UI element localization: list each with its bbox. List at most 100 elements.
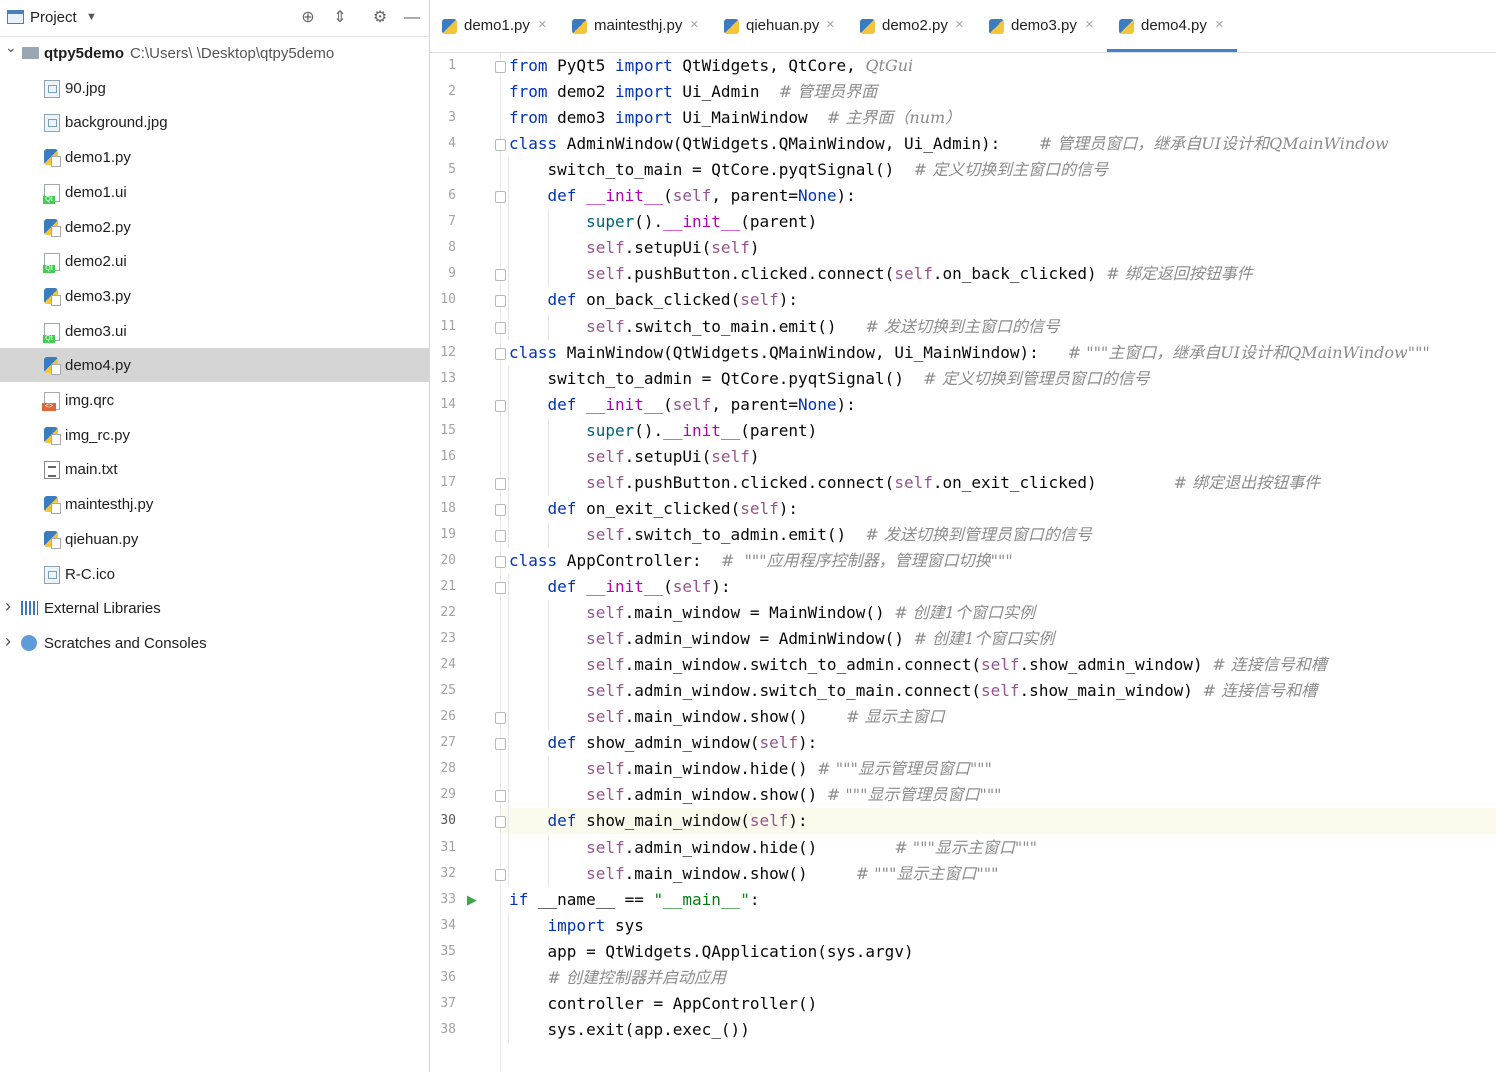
locate-file-icon[interactable]: ⊕: [298, 8, 318, 28]
code-line[interactable]: app = QtWidgets.QApplication(sys.argv): [501, 939, 1496, 965]
chevron-right-icon[interactable]: ›: [5, 596, 11, 617]
code-line[interactable]: from demo3 import Ui_MainWindow # 主界面（nu…: [501, 105, 1496, 131]
code-line[interactable]: def show_main_window(self):: [501, 808, 1496, 835]
fold-marker-icon[interactable]: [495, 61, 506, 73]
close-icon[interactable]: ×: [955, 16, 964, 33]
gear-icon[interactable]: ⚙: [370, 8, 390, 28]
fold-marker-icon[interactable]: [495, 191, 506, 204]
code-line[interactable]: self.switch_to_main.emit() # 发送切换到主窗口的信号: [501, 314, 1496, 340]
code-line[interactable]: self.switch_to_admin.emit() # 发送切换到管理员窗口…: [501, 522, 1496, 548]
fold-marker-icon[interactable]: [495, 816, 506, 829]
tree-item-external-libraries[interactable]: › External Libraries: [0, 591, 429, 625]
code-line[interactable]: super().__init__(parent): [501, 418, 1496, 444]
code-token-cmt: # 管理员窗口，继承自UI设计和QMainWindow: [1038, 134, 1389, 154]
code-line[interactable]: def __init__(self, parent=None):: [501, 183, 1496, 209]
code-line[interactable]: import sys: [501, 913, 1496, 939]
tree-file-item[interactable]: demo3.py: [0, 279, 429, 313]
code-line[interactable]: # 创建控制器并启动应用: [501, 965, 1496, 991]
code-line[interactable]: self.pushButton.clicked.connect(self.on_…: [501, 470, 1496, 496]
fold-marker-icon[interactable]: [495, 347, 506, 360]
code-line[interactable]: def __init__(self):: [501, 574, 1496, 600]
code-line[interactable]: class AdminWindow(QtWidgets.QMainWindow,…: [501, 131, 1496, 157]
code-line[interactable]: self.setupUi(self): [501, 444, 1496, 470]
code-line[interactable]: switch_to_main = QtCore.pyqtSignal() # 定…: [501, 157, 1496, 183]
tree-file-item[interactable]: demo1.ui: [0, 175, 429, 209]
fold-marker-icon[interactable]: [495, 139, 506, 152]
editor-tab[interactable]: qiehuan.py ×: [712, 0, 848, 52]
code-line[interactable]: self.admin_window.switch_to_main.connect…: [501, 678, 1496, 704]
code-line[interactable]: super().__init__(parent): [501, 209, 1496, 235]
tree-root-folder[interactable]: ⌄ qtpy5demo C:\Users\ \Desktop\qtpy5demo: [0, 36, 429, 70]
tree-file-item[interactable]: demo2.py: [0, 210, 429, 244]
tree-file-item[interactable]: main.txt: [0, 452, 429, 486]
code-line[interactable]: class AppController: # """应用程序控制器，管理窗口切换…: [501, 548, 1496, 574]
fold-marker-icon[interactable]: [495, 582, 506, 594]
code-line[interactable]: controller = AppController(): [501, 991, 1496, 1017]
code-line[interactable]: self.setupUi(self): [501, 235, 1496, 261]
fold-marker-icon[interactable]: [495, 295, 506, 308]
code-line[interactable]: self.admin_window.show() # """显示管理员窗口""": [501, 782, 1496, 808]
fold-marker-icon[interactable]: [495, 868, 506, 881]
code-line[interactable]: class MainWindow(QtWidgets.QMainWindow, …: [501, 340, 1496, 366]
code-line[interactable]: switch_to_admin = QtCore.pyqtSignal() # …: [501, 366, 1496, 392]
fold-marker-icon[interactable]: [495, 790, 506, 803]
code-line[interactable]: sys.exit(app.exec_()): [501, 1017, 1496, 1043]
tree-file-item[interactable]: demo1.py: [0, 140, 429, 174]
code-editor[interactable]: from PyQt5 import QtWidgets, QtCore, QtG…: [501, 53, 1496, 1072]
close-icon[interactable]: ×: [690, 16, 699, 33]
chevron-expanded-icon[interactable]: ⌄: [5, 39, 17, 56]
code-line[interactable]: self.main_window.show() # 显示主窗口: [501, 704, 1496, 730]
tree-file-item[interactable]: demo2.ui: [0, 244, 429, 278]
code-line[interactable]: def on_exit_clicked(self):: [501, 496, 1496, 522]
editor-tab[interactable]: demo2.py ×: [848, 0, 977, 52]
code-line[interactable]: def __init__(self, parent=None):: [501, 392, 1496, 418]
code-line[interactable]: from demo2 import Ui_Admin # 管理员界面: [501, 79, 1496, 105]
fold-marker-icon[interactable]: [495, 555, 506, 568]
code-line[interactable]: self.main_window.show() # """显示主窗口""": [501, 861, 1496, 887]
editor-tab[interactable]: maintesthj.py ×: [560, 0, 712, 52]
line-number: 11: [440, 318, 456, 334]
tree-file-item[interactable]: img.qrc: [0, 383, 429, 417]
chevron-right-icon[interactable]: ›: [5, 631, 11, 652]
code-line[interactable]: def show_admin_window(self):: [501, 730, 1496, 756]
close-icon[interactable]: ×: [538, 16, 547, 33]
close-icon[interactable]: ×: [1085, 16, 1094, 33]
tree-file-item[interactable]: demo4.py: [0, 348, 429, 383]
fold-marker-icon[interactable]: [495, 269, 506, 282]
tree-file-item[interactable]: img_rc.py: [0, 418, 429, 452]
code-line[interactable]: def on_back_clicked(self):: [501, 287, 1496, 313]
tree-file-item[interactable]: 90.jpg: [0, 71, 429, 105]
code-line[interactable]: self.main_window = MainWindow() # 创建1个窗口…: [501, 600, 1496, 626]
project-panel-title[interactable]: Project: [30, 9, 77, 26]
fold-marker-icon[interactable]: [495, 738, 506, 751]
fold-marker-icon[interactable]: [495, 399, 506, 412]
tree-file-item[interactable]: demo3.ui: [0, 314, 429, 348]
run-icon[interactable]: ▶: [467, 892, 477, 908]
fold-marker-icon[interactable]: [495, 477, 506, 490]
chevron-down-icon[interactable]: ▼: [86, 11, 97, 23]
code-line[interactable]: self.admin_window = AdminWindow() # 创建1个…: [501, 626, 1496, 652]
code-line[interactable]: if __name__ == "__main__":: [501, 887, 1496, 913]
code-line[interactable]: self.main_window.switch_to_admin.connect…: [501, 652, 1496, 678]
tree-item-scratches-and-consoles[interactable]: › Scratches and Consoles: [0, 626, 429, 660]
fold-marker-icon[interactable]: [495, 503, 506, 516]
collapse-all-icon[interactable]: ⇕: [330, 8, 350, 28]
code-line[interactable]: self.main_window.hide() # """显示管理员窗口""": [501, 756, 1496, 782]
tree-file-item[interactable]: qiehuan.py: [0, 522, 429, 556]
fold-marker-icon[interactable]: [495, 529, 506, 542]
close-icon[interactable]: ×: [1215, 16, 1224, 33]
tree-file-item[interactable]: R-C.ico: [0, 557, 429, 591]
fold-marker-icon[interactable]: [495, 712, 506, 725]
code-line[interactable]: self.admin_window.hide() # """显示主窗口""": [501, 835, 1496, 861]
fold-marker-icon[interactable]: [495, 321, 506, 334]
tree-file-item[interactable]: maintesthj.py: [0, 487, 429, 521]
editor-tab[interactable]: demo3.py ×: [977, 0, 1107, 52]
close-icon[interactable]: ×: [826, 16, 835, 33]
code-line[interactable]: self.pushButton.clicked.connect(self.on_…: [501, 261, 1496, 287]
python-file-icon: [44, 357, 61, 376]
editor-tab[interactable]: demo4.py ×: [1107, 0, 1237, 52]
code-line[interactable]: from PyQt5 import QtWidgets, QtCore, QtG…: [501, 53, 1496, 79]
editor-tab[interactable]: demo1.py ×: [430, 0, 560, 52]
tree-file-item[interactable]: background.jpg: [0, 105, 429, 139]
hide-panel-icon[interactable]: —: [402, 8, 422, 28]
